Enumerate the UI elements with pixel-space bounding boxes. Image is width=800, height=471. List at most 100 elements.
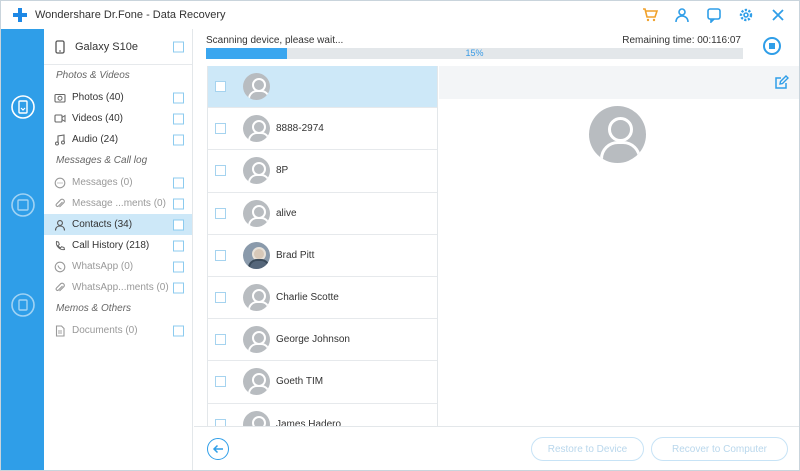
contact-name: alive bbox=[276, 207, 297, 219]
section-photos-videos: Photos & Videos bbox=[56, 70, 130, 81]
contact-checkbox[interactable] bbox=[215, 207, 226, 219]
category-whatsapp[interactable]: WhatsApp (0) bbox=[44, 256, 192, 277]
category-contacts[interactable]: Contacts (34) bbox=[44, 214, 192, 235]
remaining-time: Remaining time: 00:116:07 bbox=[622, 35, 741, 46]
settings-icon[interactable] bbox=[737, 6, 755, 24]
contact-row[interactable]: James Hadero bbox=[208, 404, 437, 426]
avatar-placeholder-icon bbox=[243, 157, 270, 185]
app-window: Wondershare Dr.Fone - Data Recovery Gala… bbox=[0, 0, 800, 471]
category-checkbox[interactable] bbox=[173, 113, 184, 124]
contact-name: 8P bbox=[276, 165, 289, 177]
device-row[interactable]: Galaxy S10e bbox=[44, 29, 192, 65]
contact-photo bbox=[243, 241, 270, 269]
contact-checkbox[interactable] bbox=[215, 334, 226, 346]
user-icon[interactable] bbox=[673, 6, 691, 24]
contact-icon bbox=[54, 219, 66, 231]
category-whatsapp-attachments[interactable]: WhatsApp...ments (0) bbox=[44, 277, 192, 298]
category-checkbox[interactable] bbox=[173, 198, 184, 209]
category-call-history[interactable]: Call History (218) bbox=[44, 235, 192, 256]
category-checkbox[interactable] bbox=[173, 177, 184, 188]
category-checkbox[interactable] bbox=[173, 219, 184, 230]
attachment-icon bbox=[55, 282, 65, 291]
category-label: Videos (40) bbox=[72, 113, 123, 124]
category-photos[interactable]: Photos (40) bbox=[44, 87, 192, 108]
recover-itunes-icon[interactable] bbox=[9, 191, 36, 218]
contact-row[interactable]: George Johnson bbox=[208, 319, 437, 362]
contact-name: 8888-2974 bbox=[276, 123, 324, 135]
drfone-logo-icon bbox=[13, 8, 27, 22]
category-videos[interactable]: Videos (40) bbox=[44, 108, 192, 129]
category-documents[interactable]: Documents (0) bbox=[44, 320, 192, 341]
category-checkbox[interactable] bbox=[173, 240, 184, 251]
contact-avatar-large bbox=[589, 106, 646, 163]
whatsapp-icon bbox=[54, 261, 66, 272]
contact-list[interactable]: 8888-2974 8P alive Brad Pitt Charlie Scotte G… bbox=[207, 66, 438, 426]
phone-icon bbox=[55, 240, 66, 250]
device-checkbox[interactable] bbox=[173, 41, 184, 52]
contact-checkbox[interactable] bbox=[215, 376, 226, 388]
category-label: WhatsApp...ments (0) bbox=[72, 282, 169, 293]
category-checkbox[interactable] bbox=[173, 325, 184, 336]
feedback-icon[interactable] bbox=[705, 6, 723, 24]
category-label: Contacts (34) bbox=[72, 219, 133, 230]
contact-row[interactable]: 8P bbox=[208, 150, 437, 193]
contact-row[interactable] bbox=[208, 66, 437, 109]
contact-name: Brad Pitt bbox=[276, 249, 315, 261]
cart-icon[interactable] bbox=[641, 6, 659, 24]
document-icon bbox=[55, 324, 65, 337]
recover-icloud-icon[interactable] bbox=[9, 291, 36, 318]
edit-icon[interactable] bbox=[774, 75, 789, 95]
device-name: Galaxy S10e bbox=[75, 40, 138, 53]
contact-detail-panel bbox=[439, 66, 799, 426]
contact-checkbox[interactable] bbox=[215, 165, 226, 177]
category-checkbox[interactable] bbox=[173, 92, 184, 103]
contact-checkbox[interactable] bbox=[215, 81, 226, 93]
contact-name: George Johnson bbox=[276, 334, 350, 346]
avatar-placeholder-icon bbox=[243, 410, 270, 426]
contact-row[interactable]: Goeth TIM bbox=[208, 361, 437, 404]
avatar-placeholder-icon bbox=[243, 199, 270, 227]
category-audio[interactable]: Audio (24) bbox=[44, 129, 192, 150]
category-label: WhatsApp (0) bbox=[72, 261, 134, 272]
contact-row[interactable]: alive bbox=[208, 193, 437, 235]
close-icon[interactable] bbox=[769, 6, 787, 24]
contact-row[interactable]: Charlie Scotte bbox=[208, 277, 437, 320]
category-label: Photos (40) bbox=[72, 92, 124, 103]
recover-phone-icon[interactable] bbox=[9, 93, 36, 120]
recover-to-computer-button[interactable]: Recover to Computer bbox=[651, 437, 788, 461]
title-actions bbox=[641, 1, 787, 29]
category-checkbox[interactable] bbox=[173, 261, 184, 272]
attachment-icon bbox=[55, 198, 65, 207]
contact-checkbox[interactable] bbox=[215, 123, 226, 135]
footer-bar: Restore to Device Recover to Computer bbox=[194, 426, 799, 470]
scan-status-bar: Scanning device, please wait... Remainin… bbox=[194, 29, 799, 65]
contact-name: Charlie Scotte bbox=[276, 292, 339, 304]
avatar-placeholder-icon bbox=[243, 326, 270, 354]
stop-scan-button[interactable] bbox=[763, 37, 781, 55]
category-message-attachments[interactable]: Message ...ments (0) bbox=[44, 193, 192, 214]
category-label: Messages (0) bbox=[72, 177, 133, 188]
section-messages-call-log: Messages & Call log bbox=[56, 155, 148, 166]
category-messages[interactable]: Messages (0) bbox=[44, 172, 192, 193]
detail-header bbox=[439, 66, 799, 99]
contact-checkbox[interactable] bbox=[215, 249, 226, 261]
arrow-left-icon bbox=[212, 444, 223, 454]
contact-checkbox[interactable] bbox=[215, 418, 226, 426]
category-checkbox[interactable] bbox=[173, 134, 184, 145]
contact-row[interactable]: 8888-2974 bbox=[208, 108, 437, 151]
app-title: Wondershare Dr.Fone - Data Recovery bbox=[35, 9, 226, 21]
contact-name: Goeth TIM bbox=[276, 376, 324, 388]
stop-icon bbox=[769, 43, 775, 49]
contact-name: James Hadero bbox=[276, 418, 342, 426]
restore-to-device-button[interactable]: Restore to Device bbox=[531, 437, 644, 461]
contact-checkbox[interactable] bbox=[215, 292, 226, 304]
scan-progress-bar: 15% bbox=[206, 48, 743, 59]
contact-row[interactable]: Brad Pitt bbox=[208, 235, 437, 277]
back-button[interactable] bbox=[207, 438, 229, 460]
title-bar: Wondershare Dr.Fone - Data Recovery bbox=[1, 1, 799, 29]
category-panel: Galaxy S10e Photos & Videos Photos (40) … bbox=[44, 29, 193, 470]
scan-progress-label: 15% bbox=[465, 48, 484, 58]
phone-device-icon bbox=[55, 39, 65, 54]
category-checkbox[interactable] bbox=[173, 282, 184, 293]
section-memos-others: Memos & Others bbox=[56, 303, 132, 314]
